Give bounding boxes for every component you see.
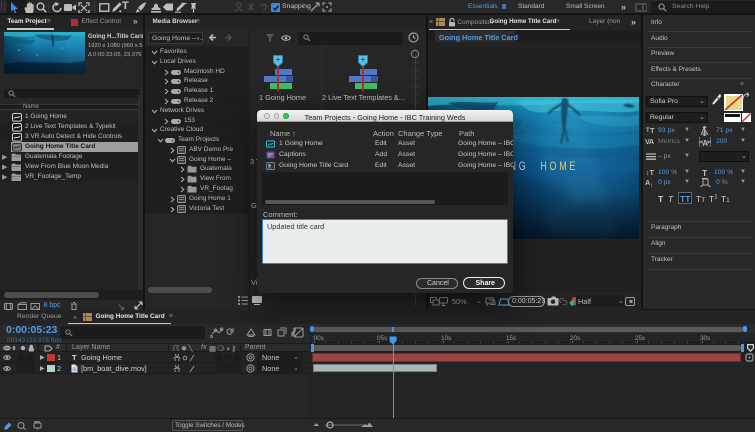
svg-text:HOME: HOME: [540, 160, 578, 172]
svg-text:A: A: [702, 139, 708, 147]
